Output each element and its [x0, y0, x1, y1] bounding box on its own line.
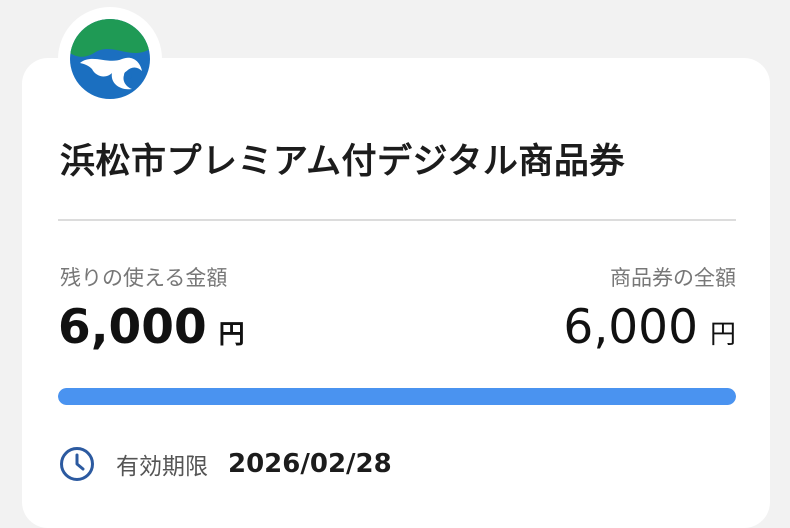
voucher-title: 浜松市プレミアム付デジタル商品券	[60, 142, 625, 182]
expiry-label: 有効期限	[116, 454, 208, 480]
remaining-amount-value: 6,000	[58, 300, 207, 355]
hamamatsu-city-emblem-icon	[70, 19, 150, 99]
total-amount: 6,000 円	[563, 300, 736, 355]
remaining-amount-unit: 円	[218, 320, 245, 350]
remaining-amount-label: 残りの使える金額	[60, 266, 228, 290]
clock-icon	[60, 447, 94, 481]
logo-badge	[58, 7, 162, 111]
remaining-balance-bar	[58, 388, 736, 405]
total-amount-value: 6,000	[563, 300, 698, 355]
total-amount-unit: 円	[709, 320, 736, 350]
total-amount-label: 商品券の全額	[610, 266, 736, 290]
remaining-amount: 6,000 円	[58, 300, 245, 355]
expiry-date: 2026/02/28	[228, 449, 392, 479]
divider	[58, 219, 736, 221]
expiry-row: 有効期限 2026/02/28	[58, 445, 392, 483]
remaining-balance-bar-fill	[58, 388, 736, 405]
